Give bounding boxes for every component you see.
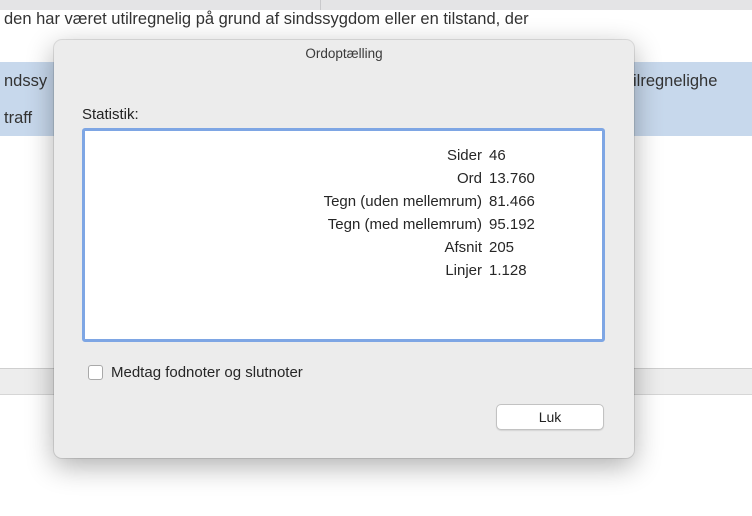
- document-text-fragment: traff: [4, 109, 33, 127]
- include-footnotes-option[interactable]: Medtag fodnoter og slutnoter: [88, 362, 303, 382]
- include-footnotes-label[interactable]: Medtag fodnoter og slutnoter: [111, 364, 303, 381]
- stat-row-chars-with-spaces: Tegn (med mellemrum) 95.192: [85, 213, 602, 236]
- stat-row-pages: Sider 46: [85, 144, 602, 167]
- document-top-strip: [0, 0, 752, 10]
- stat-value: 81.466: [489, 193, 535, 210]
- close-button[interactable]: Luk: [496, 404, 604, 430]
- document-text-fragment-right: ilregnelighe: [633, 72, 718, 90]
- stat-value: 1.128: [489, 262, 527, 279]
- stat-row-words: Ord 13.760: [85, 167, 602, 190]
- statistics-box: Sider 46 Ord 13.760 Tegn (uden mellemrum…: [82, 128, 605, 342]
- statistics-label: Statistik:: [82, 106, 139, 123]
- stat-label: Tegn (uden mellemrum): [323, 193, 482, 210]
- stat-row-lines: Linjer 1.128: [85, 259, 602, 282]
- stat-label: Sider: [446, 147, 482, 164]
- stat-value: 46: [489, 147, 506, 164]
- stat-value: 205: [489, 239, 515, 256]
- include-footnotes-checkbox[interactable]: [88, 364, 103, 380]
- stat-row-paragraphs: Afsnit 205: [85, 236, 602, 259]
- stat-label: Linjer: [445, 262, 482, 279]
- word-count-dialog: Ordoptælling Statistik: Sider 46 Ord 13.…: [54, 40, 634, 458]
- toolbar-segment: [0, 0, 321, 10]
- stat-label: Tegn (med mellemrum): [327, 216, 482, 233]
- document-text-line: den har været utilregnelig på grund af s…: [4, 10, 529, 28]
- dialog-title: Ordoptælling: [305, 46, 383, 61]
- stat-row-chars-no-spaces: Tegn (uden mellemrum) 81.466: [85, 190, 602, 213]
- stat-label: Afsnit: [444, 239, 482, 256]
- stat-value: 13.760: [489, 170, 535, 187]
- stat-label: Ord: [456, 170, 482, 187]
- stat-value: 95.192: [489, 216, 535, 233]
- document-text-fragment: ndssy: [4, 72, 48, 90]
